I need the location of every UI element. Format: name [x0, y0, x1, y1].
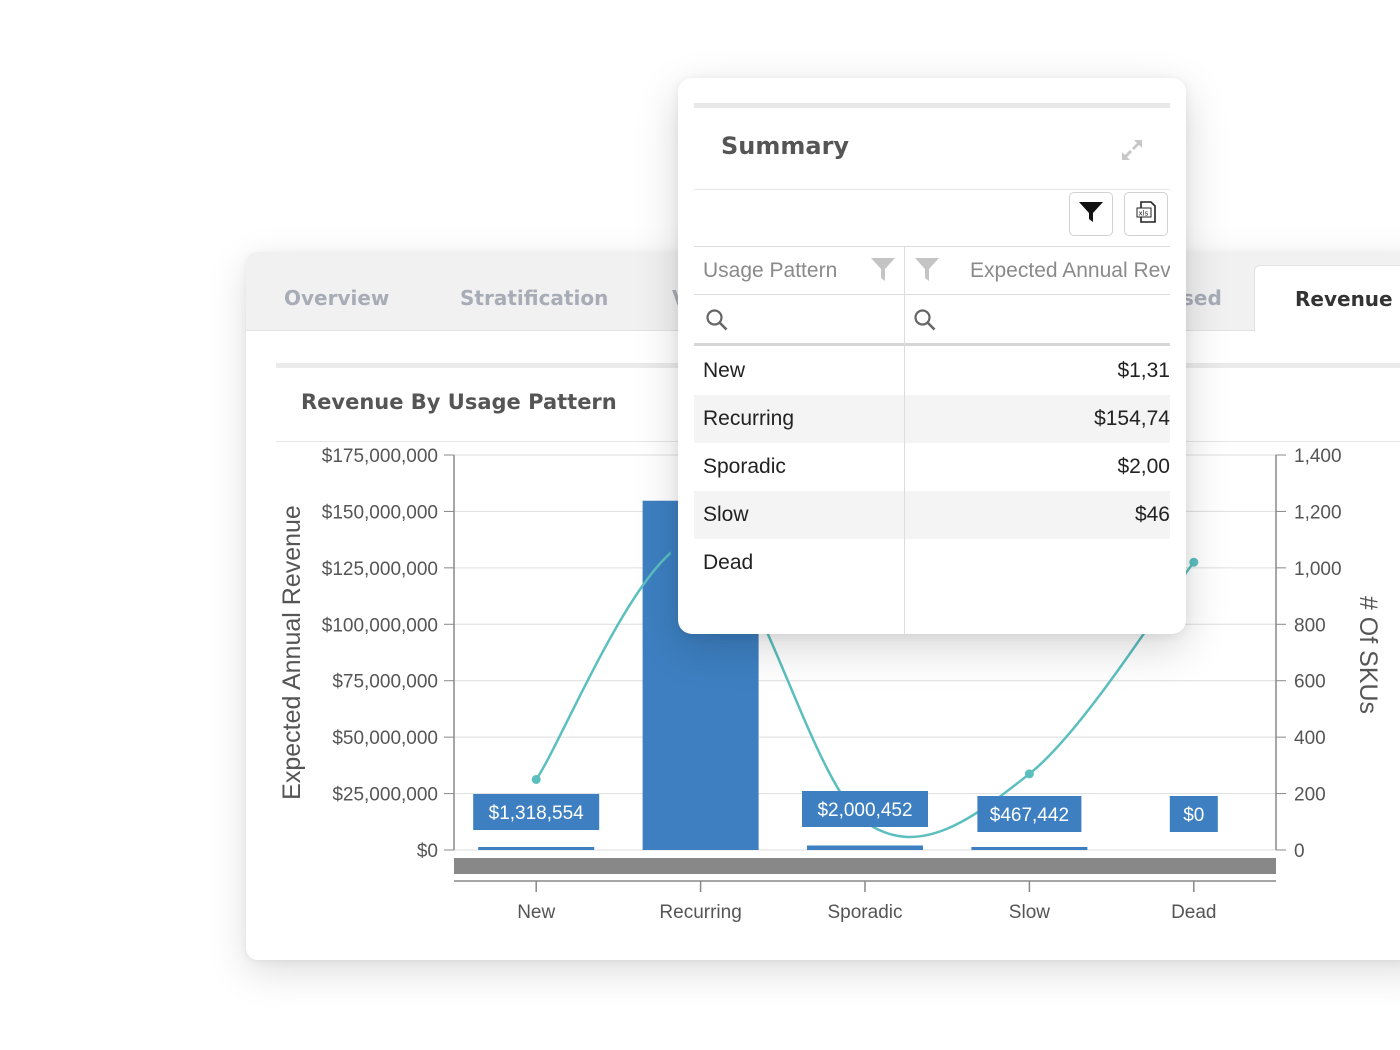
- y2-axis-title: # Of SKUs: [1354, 596, 1382, 714]
- chart-scrollbar: [454, 858, 1276, 874]
- y2-tick-label: 0: [1294, 841, 1305, 862]
- data-label: $1,318,554: [489, 803, 585, 824]
- y-tick-label: $100,000,000: [322, 615, 438, 636]
- cell-usage-pattern: New: [703, 359, 746, 382]
- summary-card: Summary xls Usage Pattern Expected Annua…: [678, 78, 1186, 634]
- summary-grid: Usage Pattern Expected Annual Rev New $1…: [694, 246, 1170, 634]
- column-filter-icon[interactable]: [914, 256, 940, 287]
- search-icon[interactable]: [913, 308, 937, 337]
- cell-revenue: $154,74: [1094, 407, 1170, 430]
- summary-title: Summary: [721, 132, 850, 160]
- y-axis-title: Expected Annual Revenue: [278, 505, 306, 800]
- svg-text:xls: xls: [1139, 209, 1149, 217]
- data-label: $0: [1183, 805, 1204, 826]
- filter-icon: [1078, 200, 1104, 229]
- column-filter-icon[interactable]: [870, 256, 896, 287]
- y-tick-label: $0: [417, 841, 438, 862]
- cell-usage-pattern: Slow: [703, 503, 749, 526]
- y2-tick-label: 1,400: [1294, 446, 1342, 467]
- bar: [807, 845, 923, 850]
- data-label: $2,000,452: [817, 800, 912, 821]
- table-row[interactable]: Sporadic $2,00: [694, 443, 1170, 491]
- y-tick-label: $25,000,000: [332, 785, 438, 806]
- x-tick-label: Sporadic: [828, 902, 903, 923]
- xls-export-icon: xls: [1136, 200, 1156, 228]
- bar: [971, 847, 1088, 850]
- sku-count-point: [1024, 769, 1034, 779]
- y-tick-label: $50,000,000: [332, 728, 438, 749]
- table-row[interactable]: Slow $46: [694, 491, 1170, 539]
- search-icon[interactable]: [705, 308, 729, 337]
- expand-icon[interactable]: [1118, 136, 1146, 164]
- grid-search-divider: [694, 343, 1170, 346]
- y-tick-label: $150,000,000: [322, 502, 438, 523]
- sku-count-point: [1189, 557, 1199, 567]
- cell-usage-pattern: Recurring: [703, 407, 795, 430]
- column-separator: [904, 246, 905, 634]
- cell-revenue: $1,31: [1117, 359, 1170, 382]
- table-row[interactable]: New $1,31: [694, 347, 1170, 395]
- cell-usage-pattern: Dead: [703, 551, 754, 574]
- export-xls-button[interactable]: xls: [1124, 192, 1168, 236]
- y-tick-label: $175,000,000: [322, 446, 438, 467]
- table-row[interactable]: Recurring $154,74: [694, 395, 1170, 443]
- cell-revenue: $46: [1134, 503, 1170, 526]
- x-tick-label: Dead: [1171, 902, 1216, 923]
- column-header-expected-annual-revenue[interactable]: Expected Annual Rev: [970, 246, 1170, 294]
- y2-tick-label: 800: [1294, 615, 1326, 636]
- cell-usage-pattern: Sporadic: [703, 455, 786, 478]
- y-tick-label: $125,000,000: [322, 559, 438, 580]
- data-label: $467,442: [990, 805, 1069, 826]
- sku-count-point: [531, 774, 541, 784]
- y2-tick-label: 400: [1294, 728, 1326, 749]
- cell-revenue: $2,00: [1117, 455, 1170, 478]
- summary-top-rule: [694, 103, 1170, 108]
- grid-header-row: Usage Pattern Expected Annual Rev: [694, 246, 1170, 294]
- cell-revenue: [914, 539, 1170, 587]
- grid-search-row: [694, 295, 1170, 343]
- summary-divider: [694, 189, 1170, 190]
- column-header-usage-pattern[interactable]: Usage Pattern: [703, 246, 873, 294]
- bar: [478, 847, 595, 850]
- filter-button[interactable]: [1069, 192, 1113, 236]
- x-tick-label: New: [517, 902, 555, 923]
- y-tick-label: $75,000,000: [332, 672, 438, 693]
- table-row[interactable]: Dead: [694, 539, 1170, 587]
- x-tick-label: Recurring: [659, 902, 741, 923]
- y2-tick-label: 1,200: [1294, 502, 1342, 523]
- y2-tick-label: 1,000: [1294, 559, 1342, 580]
- y2-tick-label: 200: [1294, 785, 1326, 806]
- x-tick-label: Slow: [1009, 902, 1050, 923]
- y2-tick-label: 600: [1294, 672, 1326, 693]
